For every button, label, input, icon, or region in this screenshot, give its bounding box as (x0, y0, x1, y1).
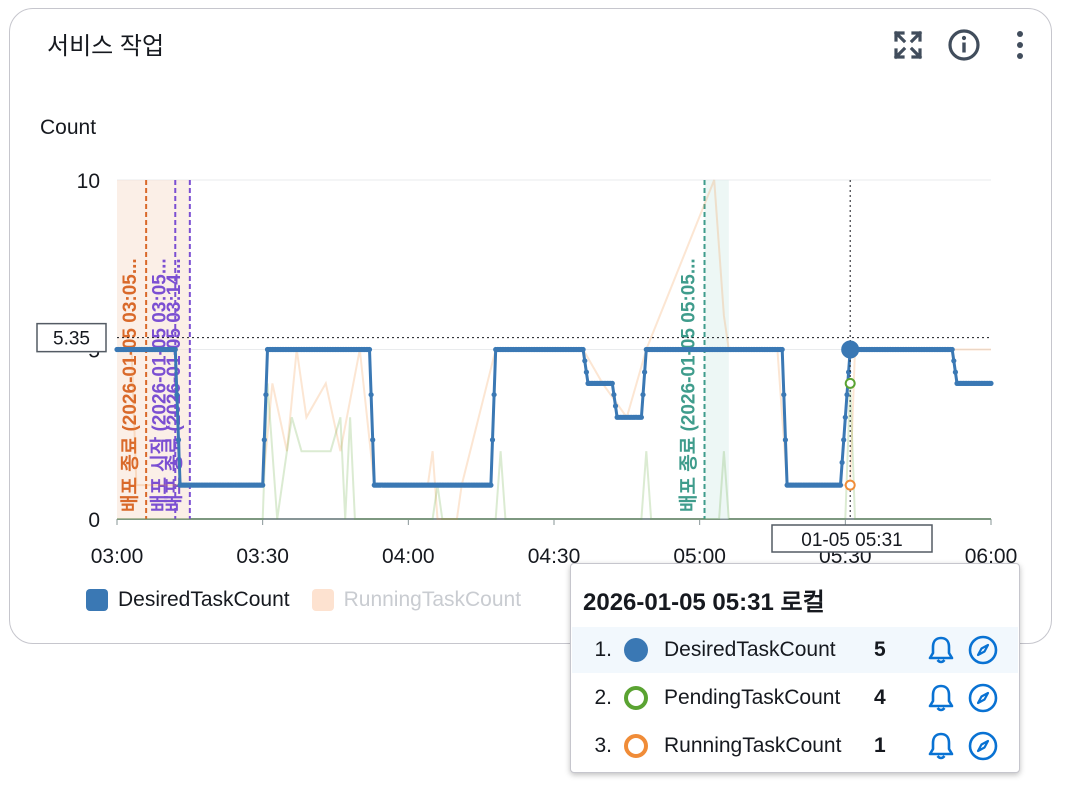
legend-swatch (86, 589, 108, 611)
data-point (175, 437, 182, 443)
data-point (611, 392, 617, 398)
data-point (174, 392, 180, 398)
data-point (260, 482, 266, 488)
annotation-label: 배포 종료 (2026-01-05 03:05... (119, 258, 141, 512)
row-index: 3. (594, 734, 612, 757)
data-point (951, 358, 957, 364)
y-tick-label: 10 (77, 170, 100, 193)
row-series-name: PendingTaskCount (664, 686, 841, 709)
data-point (837, 482, 844, 488)
explore-button[interactable] (966, 729, 1000, 763)
row-series-name: DesiredTaskCount (664, 638, 836, 661)
legend-item-desired[interactable]: DesiredTaskCount (86, 588, 290, 612)
legend-swatch (311, 589, 334, 611)
series-marker (624, 638, 648, 662)
data-point (839, 459, 845, 466)
row-value: 5 (874, 638, 886, 661)
series-marker (624, 734, 648, 758)
data-point (489, 437, 496, 443)
chart-legend: DesiredTaskCount RunningTaskCount (86, 588, 543, 612)
hover-marker-desired (841, 340, 860, 359)
series-line-pendingtaskcount (117, 383, 991, 520)
hover-marker-pending (844, 377, 856, 389)
bell-icon (928, 732, 954, 760)
data-point (949, 346, 955, 353)
data-point (172, 346, 178, 353)
tooltip-row: 3. RunningTaskCount 1 (572, 723, 1018, 769)
crosshair-x-label: 01-05 05:31 (801, 530, 902, 551)
data-point (488, 482, 494, 488)
compass-icon (968, 683, 998, 713)
data-point (366, 346, 373, 353)
data-point (841, 437, 847, 443)
annotation-label: 배포 종료 (2026-01-05 05:05... (678, 258, 700, 512)
data-point (640, 392, 646, 398)
legend-label: DesiredTaskCount (118, 588, 290, 611)
compass-icon (968, 731, 998, 761)
hover-marker-running (844, 479, 856, 491)
data-point (582, 358, 588, 364)
row-index: 1. (594, 638, 612, 661)
data-point (370, 437, 376, 443)
create-alarm-button[interactable] (924, 729, 958, 763)
x-tick-label: 03:00 (91, 545, 144, 568)
data-point (844, 392, 850, 398)
x-tick-label: 04:00 (382, 545, 435, 568)
tooltip-title: 2026-01-05 05:31 로컬 (583, 589, 825, 616)
data-point (609, 380, 615, 386)
tooltip-row: 2. PendingTaskCount 4 (572, 675, 1018, 721)
data-point (988, 380, 994, 386)
y-tick-label: 0 (88, 509, 100, 532)
data-point (612, 403, 619, 409)
create-alarm-button[interactable] (924, 681, 958, 715)
chart-tooltip: 2026-01-05 05:31 로컬 1. DesiredTaskCount … (570, 563, 1020, 773)
annotation-label: 배포 종료 (2026-01-05 03:14... (163, 258, 185, 512)
tooltip-row: 1. DesiredTaskCount 5 (572, 627, 1018, 673)
data-point (642, 369, 648, 375)
series-line-desiredtaskcount (117, 348, 991, 487)
explore-button[interactable] (966, 633, 1000, 667)
explore-button[interactable] (966, 681, 1000, 715)
data-point (491, 392, 497, 398)
data-point (842, 414, 848, 420)
series-marker (624, 686, 648, 710)
data-point (782, 437, 789, 443)
legend-label: RunningTaskCount (343, 588, 522, 611)
row-value: 1 (874, 734, 886, 757)
data-point (368, 392, 374, 398)
bell-icon (928, 684, 954, 712)
create-alarm-button[interactable] (924, 633, 958, 667)
data-point (263, 392, 269, 398)
row-value: 4 (874, 686, 886, 709)
data-point (779, 346, 785, 353)
data-point (583, 369, 590, 375)
row-index: 2. (594, 686, 612, 709)
legend-item-running[interactable]: RunningTaskCount (311, 588, 522, 612)
data-point (580, 346, 586, 353)
y-axis-label: Count (40, 116, 96, 139)
row-series-name: RunningTaskCount (664, 734, 842, 757)
data-point (261, 437, 267, 443)
data-point (781, 392, 787, 398)
x-tick-label: 03:30 (236, 545, 289, 568)
data-point (952, 369, 959, 375)
bell-icon (928, 636, 954, 664)
crosshair-y-label: 5.35 (53, 329, 90, 350)
data-point (638, 414, 645, 420)
compass-icon (968, 635, 998, 665)
